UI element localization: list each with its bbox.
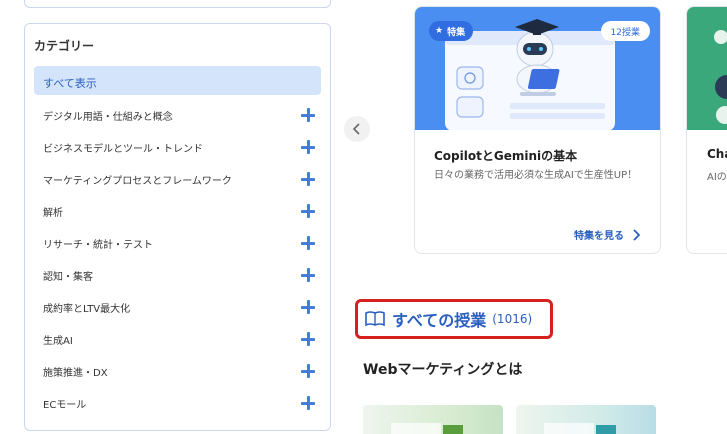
expand-plus-icon[interactable]	[301, 108, 315, 122]
category-heading: カテゴリー	[34, 39, 95, 53]
expand-plus-icon[interactable]	[301, 396, 315, 410]
featured-card-title: CopilotとGeminiの基本	[434, 149, 578, 163]
category-item[interactable]: 成約率とLTV最大化	[34, 291, 321, 323]
lesson-thumbnail[interactable]	[516, 405, 656, 434]
robot-illustration	[714, 30, 727, 124]
category-item[interactable]: マーケティングプロセスとフレームワーク	[34, 163, 321, 195]
all-lessons-count: (1016)	[492, 312, 533, 326]
chevron-right-icon	[633, 228, 640, 241]
category-item[interactable]: デジタル用語・仕組みと概念	[34, 99, 321, 131]
featured-card-illustration: ★ 特集 12授業	[415, 7, 660, 130]
category-item[interactable]: ビジネスモデルとツール・トレンド	[34, 131, 321, 163]
section-title: Webマーケティングとは	[363, 362, 523, 378]
previous-panel-bottom	[24, 0, 331, 8]
category-item-label: 解析	[43, 207, 63, 219]
view-feature-link[interactable]: 特集を見る	[574, 227, 640, 242]
category-item-label: リサーチ・統計・テスト	[43, 239, 153, 251]
category-item-label: デジタル用語・仕組みと概念	[43, 111, 173, 123]
expand-plus-icon[interactable]	[301, 332, 315, 346]
open-book-icon	[365, 311, 385, 327]
expand-plus-icon[interactable]	[301, 364, 315, 378]
all-lessons-heading: すべての授業 (1016)	[355, 299, 553, 339]
category-item-label: 認知・集客	[43, 271, 93, 283]
thumbnail-illustration	[391, 423, 463, 434]
featured-card-next-illustration	[687, 7, 727, 130]
category-item[interactable]: 解析	[34, 195, 321, 227]
featured-card-next-title: Cha	[707, 147, 727, 161]
all-lessons-title: すべての授業	[392, 311, 487, 330]
featured-card-next-description: AIの	[707, 172, 727, 183]
expand-plus-icon[interactable]	[301, 172, 315, 186]
view-feature-label: 特集を見る	[574, 231, 624, 242]
category-item[interactable]: 認知・集客	[34, 259, 321, 291]
feature-badge: ★ 特集	[429, 21, 474, 41]
feature-badge-label: 特集	[447, 27, 466, 38]
carousel-prev-button[interactable]	[344, 116, 370, 142]
category-item-label: ビジネスモデルとツール・トレンド	[43, 143, 203, 155]
category-item-all[interactable]: すべて表示	[34, 66, 321, 95]
featured-card-description: 日々の業務で活用必須な生成AIで生産性UP！	[434, 170, 638, 181]
expand-plus-icon[interactable]	[301, 300, 315, 314]
expand-plus-icon[interactable]	[301, 268, 315, 282]
category-item-label: マーケティングプロセスとフレームワーク	[43, 175, 232, 187]
category-item-label: 生成AI	[43, 335, 73, 347]
lesson-count-badge: 12授業	[600, 21, 650, 41]
category-panel: カテゴリー すべて表示 デジタル用語・仕組みと概念 ビジネスモデルとツール・トレ…	[24, 23, 331, 431]
category-list: デジタル用語・仕組みと概念 ビジネスモデルとツール・トレンド マーケティングプロ…	[34, 99, 321, 419]
expand-plus-icon[interactable]	[301, 140, 315, 154]
lesson-thumbnail[interactable]	[363, 405, 503, 434]
category-item-label: 施策推進・DX	[43, 367, 108, 379]
expand-plus-icon[interactable]	[301, 204, 315, 218]
featured-card-next[interactable]: Cha AIの	[686, 6, 727, 254]
thumbnail-illustration	[544, 423, 616, 434]
chevron-left-icon	[352, 123, 360, 135]
category-item[interactable]: 施策推進・DX	[34, 355, 321, 387]
star-icon: ★	[435, 26, 444, 36]
category-item-label: 成約率とLTV最大化	[43, 303, 131, 315]
featured-card[interactable]: ★ 特集 12授業 CopilotとGeminiの基本 日々の業務で活用必須な生…	[414, 6, 661, 254]
category-item[interactable]: ECモール	[34, 387, 321, 419]
category-item-label: ECモール	[43, 399, 87, 411]
category-item[interactable]: 生成AI	[34, 323, 321, 355]
category-item[interactable]: リサーチ・統計・テスト	[34, 227, 321, 259]
expand-plus-icon[interactable]	[301, 236, 315, 250]
